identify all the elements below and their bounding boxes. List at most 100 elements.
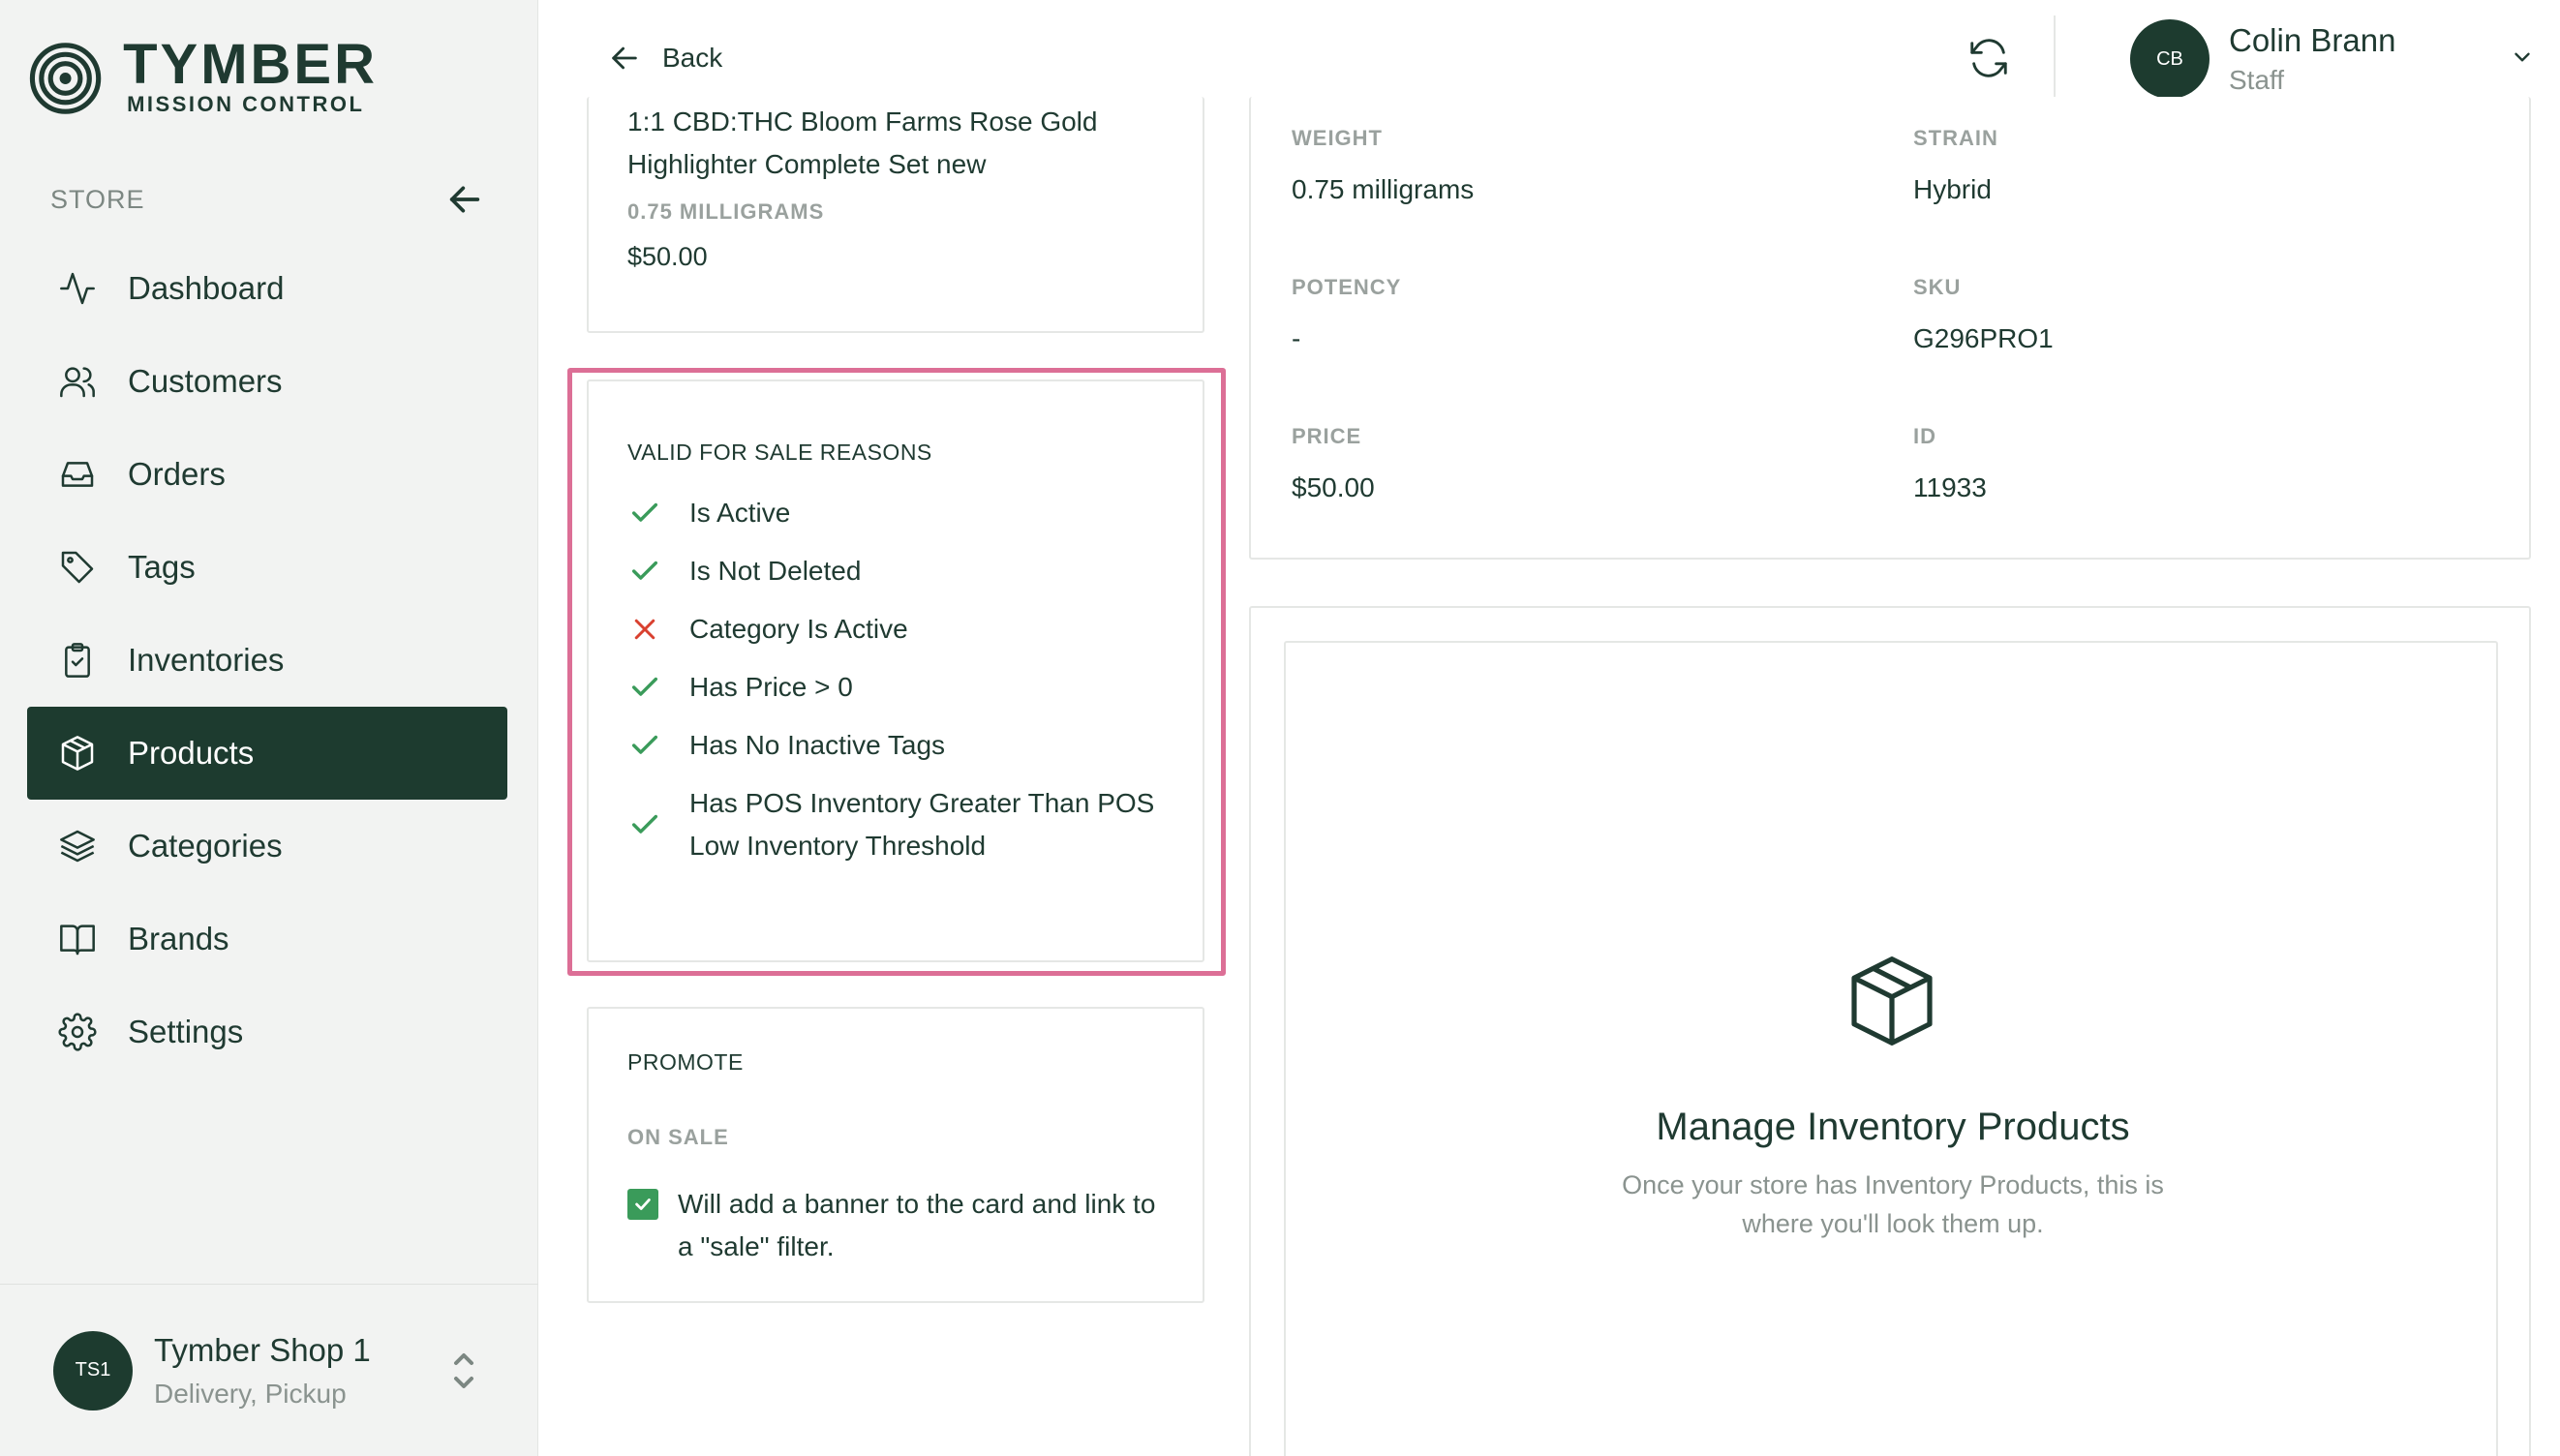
x-icon: [627, 612, 662, 647]
reason-item: Is Active: [627, 492, 1189, 534]
inbox-icon: [56, 453, 99, 496]
detail-value: Hybrid: [1913, 174, 1992, 204]
inventory-products-card: Manage Inventory Products Once your stor…: [1249, 606, 2531, 1456]
sidebar-item-settings[interactable]: Settings: [27, 986, 507, 1078]
tymber-rings-icon: [29, 43, 102, 114]
product-weight: 0.75 MILLIGRAMS: [627, 199, 825, 224]
checkmark-icon: [635, 1198, 651, 1210]
reason-label: Is Active: [689, 498, 791, 528]
detail-sku: SKU G296PRO1: [1913, 275, 2054, 354]
sidebar-item-label: Brands: [128, 921, 229, 956]
refresh-icon: [1970, 39, 2007, 77]
reason-label: Category Is Active: [689, 614, 908, 644]
user-menu[interactable]: CB Colin Brann Staff: [2130, 15, 2556, 103]
detail-potency: POTENCY -: [1292, 275, 1401, 354]
reason-label: Has No Inactive Tags: [689, 730, 946, 760]
detail-value: $50.00: [1292, 472, 1375, 502]
detail-value: -: [1292, 323, 1301, 353]
shop-avatar: TS1: [53, 1330, 133, 1410]
detail-label: STRAIN: [1913, 126, 1998, 150]
empty-state-description: Once your store has Inventory Products, …: [1622, 1170, 2164, 1238]
sidebar-item-label: Tags: [128, 549, 196, 585]
sidebar-item-customers[interactable]: Customers: [27, 335, 507, 428]
tymber-logo[interactable]: TYMBER MISSION CONTROL: [29, 35, 378, 122]
valid-for-sale-title: VALID FOR SALE REASONS: [627, 440, 932, 465]
empty-state-title: Manage Inventory Products: [1656, 1106, 2130, 1148]
detail-value: 11933: [1913, 472, 1987, 502]
store-section-header: STORE: [50, 180, 486, 219]
on-sale-checkbox-row[interactable]: Will add a banner to the card and link t…: [627, 1183, 1170, 1268]
back-button[interactable]: Back: [608, 35, 722, 81]
product-summary-card: 1:1 CBD:THC Bloom Farms Rose Gold Highli…: [587, 97, 1204, 333]
arrow-left-icon: [449, 186, 480, 213]
product-details-card: WEIGHT 0.75 milligrams STRAIN Hybrid POT…: [1249, 97, 2531, 560]
promote-title: PROMOTE: [627, 1049, 744, 1075]
check-icon: [627, 670, 662, 705]
check-icon: [627, 496, 662, 531]
users-icon: [56, 360, 99, 403]
chevron-up-down-icon: [444, 1348, 483, 1394]
on-sale-label: ON SALE: [627, 1125, 729, 1149]
sidebar-item-orders[interactable]: Orders: [27, 428, 507, 521]
brand-name: TYMBER: [123, 33, 378, 96]
detail-label: ID: [1913, 424, 1936, 448]
user-name: Colin Brann: [2229, 22, 2396, 58]
detail-weight: WEIGHT 0.75 milligrams: [1292, 126, 1474, 205]
book-open-icon: [56, 918, 99, 960]
detail-price: PRICE $50.00: [1292, 424, 1375, 503]
reason-label: Has Price > 0: [689, 672, 853, 702]
sidebar-item-label: Dashboard: [128, 270, 285, 306]
layers-icon: [56, 825, 99, 867]
on-sale-description: Will add a banner to the card and link t…: [678, 1189, 1156, 1261]
sidebar-item-label: Categories: [128, 828, 283, 864]
shop-fulfillment: Delivery, Pickup: [154, 1378, 347, 1409]
reason-item: Has Price > 0: [627, 666, 1189, 709]
sidebar: TYMBER MISSION CONTROL STORE Dashboard C…: [0, 0, 538, 1456]
reason-item: Category Is Active: [627, 608, 1189, 651]
reason-item: Is Not Deleted: [627, 550, 1189, 592]
product-price: $50.00: [627, 242, 708, 271]
inventory-empty-state: Manage Inventory Products Once your stor…: [1284, 641, 2498, 1456]
activity-icon: [56, 267, 99, 310]
sidebar-item-products[interactable]: Products: [27, 707, 507, 800]
sidebar-item-brands[interactable]: Brands: [27, 893, 507, 986]
sidebar-item-dashboard[interactable]: Dashboard: [27, 242, 507, 335]
detail-strain: STRAIN Hybrid: [1913, 126, 1998, 205]
reason-item: Has No Inactive Tags: [627, 724, 1189, 767]
check-icon: [627, 554, 662, 589]
detail-label: WEIGHT: [1292, 126, 1383, 150]
valid-for-sale-card: VALID FOR SALE REASONS Is Active Is Not …: [587, 379, 1204, 962]
arrow-left-icon: [612, 46, 637, 70]
tag-icon: [56, 546, 99, 589]
check-icon: [627, 728, 662, 763]
reason-label: Is Not Deleted: [689, 556, 862, 586]
sidebar-nav: Dashboard Customers Orders Tags Inventor…: [27, 242, 507, 1078]
shop-switcher[interactable]: TS1 Tymber Shop 1 Delivery, Pickup: [0, 1284, 538, 1456]
collapse-sidebar-button[interactable]: [443, 178, 486, 221]
box-icon: [56, 732, 99, 774]
sidebar-item-inventories[interactable]: Inventories: [27, 614, 507, 707]
product-name: 1:1 CBD:THC Bloom Farms Rose Gold Highli…: [627, 106, 1098, 179]
detail-label: POTENCY: [1292, 275, 1402, 299]
back-label: Back: [662, 43, 723, 73]
shop-name: Tymber Shop 1: [154, 1331, 371, 1368]
gear-icon: [56, 1011, 99, 1053]
sidebar-item-label: Customers: [128, 363, 283, 399]
sidebar-item-label: Products: [128, 735, 255, 771]
detail-id: ID 11933: [1913, 424, 1987, 503]
refresh-button[interactable]: [1964, 33, 2014, 83]
sidebar-item-tags[interactable]: Tags: [27, 521, 507, 614]
store-section-label: STORE: [50, 184, 145, 214]
on-sale-checkbox[interactable]: [627, 1189, 658, 1220]
detail-value: 0.75 milligrams: [1292, 174, 1475, 204]
brand-subtitle: MISSION CONTROL: [127, 92, 365, 116]
sidebar-item-categories[interactable]: Categories: [27, 800, 507, 893]
box-icon: [1851, 956, 1933, 1046]
avatar: CB: [2130, 19, 2210, 99]
sidebar-item-label: Orders: [128, 456, 226, 492]
detail-value: G296PRO1: [1913, 323, 2054, 353]
user-role: Staff: [2229, 65, 2285, 95]
detail-label: PRICE: [1292, 424, 1362, 448]
clipboard-check-icon: [56, 639, 99, 682]
chevron-down-icon: [2510, 45, 2535, 75]
